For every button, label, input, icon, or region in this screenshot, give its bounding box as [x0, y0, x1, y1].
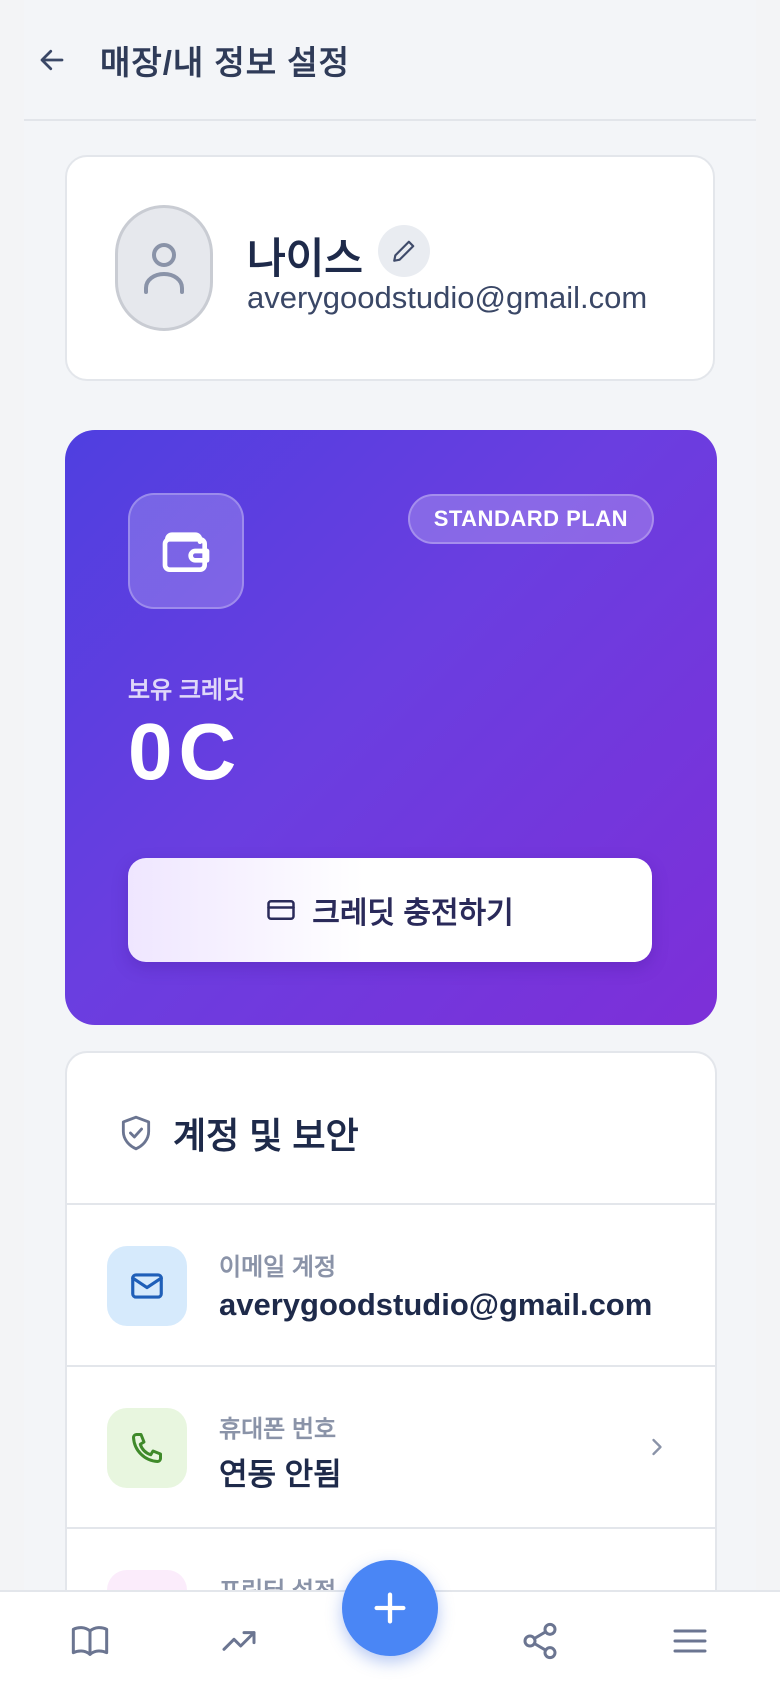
nav-menu[interactable] [667, 1618, 713, 1664]
profile-name: 나이스 [247, 235, 363, 282]
email-account-row: 이메일 계정 averygoodstudio@gmail.com [67, 1205, 715, 1367]
add-icon [374, 1592, 406, 1624]
email-account-value: averygoodstudio@gmail.com [219, 1287, 653, 1322]
mail-icon-box [107, 1246, 187, 1326]
phone-icon [132, 1433, 162, 1463]
arrow-left-icon [40, 49, 64, 71]
nav-share[interactable] [517, 1618, 563, 1664]
charge-credit-label: 크레딧 충전하기 [312, 897, 514, 930]
phone-icon-box [107, 1408, 187, 1488]
chevron-right-icon [652, 1438, 662, 1456]
wallet-icon-box [128, 493, 244, 609]
share-icon [523, 1622, 557, 1660]
nav-trending[interactable] [216, 1618, 262, 1664]
profile-email: averygoodstudio@gmail.com [247, 280, 648, 315]
security-header: 계정 및 보안 [67, 1053, 715, 1205]
charge-credit-button[interactable]: 크레딧 충전하기 [128, 858, 652, 962]
security-title: 계정 및 보안 [173, 1115, 359, 1156]
credit-amount: 0C [128, 707, 243, 796]
book-icon [71, 1626, 109, 1656]
phone-number-row[interactable]: 휴대폰 번호 연동 안됨 [67, 1367, 715, 1529]
shield-check-icon [121, 1115, 151, 1151]
phone-number-value: 연동 안됨 [219, 1457, 342, 1492]
page-title: 매장/내 정보 설정 [100, 44, 351, 81]
edit-name-button[interactable] [378, 225, 430, 277]
avatar[interactable] [115, 205, 213, 331]
phone-number-label: 휴대폰 번호 [219, 1416, 337, 1443]
trending-icon [222, 1631, 256, 1651]
user-icon [144, 243, 184, 294]
mail-icon [131, 1273, 163, 1299]
pencil-icon [393, 240, 415, 262]
back-button[interactable] [32, 40, 72, 80]
credit-label: 보유 크레딧 [128, 677, 246, 704]
credit-card-icon [267, 900, 295, 920]
add-button[interactable] [342, 1560, 438, 1656]
nav-book[interactable] [67, 1618, 113, 1664]
email-account-label: 이메일 계정 [219, 1254, 337, 1281]
credit-card: STANDARD PLAN 보유 크레딧 0C 크레딧 충전하기 [65, 430, 717, 1025]
profile-card: 나이스 averygoodstudio@gmail.com [65, 155, 715, 381]
page: 매장/내 정보 설정 나이스 averygoodstudio@gmail.com… [24, 0, 756, 1688]
wallet-icon [162, 532, 210, 572]
header: 매장/내 정보 설정 [24, 0, 756, 121]
menu-icon [673, 1629, 707, 1653]
plan-badge: STANDARD PLAN [407, 494, 654, 544]
